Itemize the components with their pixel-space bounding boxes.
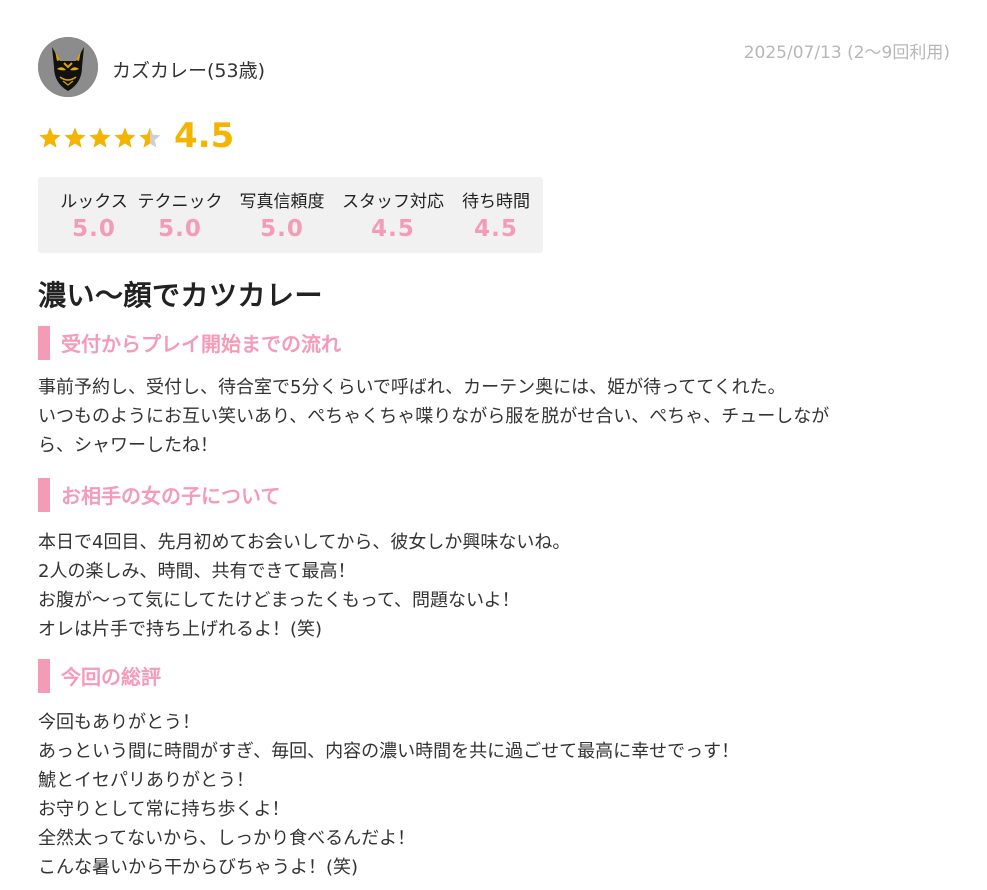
subscore-value: 5.0 [72,216,116,242]
subscore-value: 5.0 [260,216,304,242]
subscore-photo-reliability: 写真信頼度 5.0 [235,177,329,253]
subscore-value: 5.0 [158,216,202,242]
section-body-summary: 今回もありがとう！ あっという間に時間がすぎ、毎回、内容の濃い時間を共に過ごせて… [38,708,938,882]
section-heading-text: 今回の総評 [61,665,161,689]
subscore-looks: ルックス 5.0 [47,177,141,253]
section-accent-bar [38,326,50,360]
reviewer-avatar[interactable] [38,37,98,97]
review-date: 2025/07/13 (2〜9回利用) [743,43,950,63]
subscore-label: スタッフ対応 [342,192,444,212]
subscore-value: 4.5 [371,216,415,242]
star-rating [38,126,162,150]
body-line: あっという間に時間がすぎ、毎回、内容の濃い時間を共に過ごせて最高に幸せでっす！ [38,741,740,762]
section-heading-text: 受付からプレイ開始までの流れ [61,332,341,356]
star-full-icon [39,127,61,148]
body-line: 鯱とイセパリありがとう！ [38,770,254,791]
body-line: こんな暑いから干からびちゃうよ！(笑) [38,857,359,878]
overall-rating: 4.5 [38,114,234,158]
subscore-panel: ルックス 5.0 テクニック 5.0 写真信頼度 5.0 スタッフ対応 4.5 … [38,177,543,253]
body-line: お腹が〜って気にしてたけどまったくもって、問題ないよ！ [38,590,520,611]
star-half-icon [139,127,161,148]
subscore-label: ルックス [60,192,128,212]
review-header: カズカレー(53歳) 2025/07/13 (2〜9回利用) [38,36,950,98]
body-line: 事前予約し、受付し、待合室で5分くらいで呼ばれ、カーテン奥には、姫が待っててくれ… [38,377,786,398]
fox-mask-icon [38,37,98,97]
subscore-wait-time: 待ち時間 4.5 [456,177,536,253]
body-line: ら、シャワーしたね！ [38,435,218,456]
body-line: オレは片手で持ち上げれるよ！(笑) [38,619,323,640]
review-title: 濃い〜顔でカツカレー [38,279,324,312]
subscore-label: テクニック [137,192,223,212]
body-line: 今回もありがとう！ [38,712,200,733]
rating-score: 4.5 [174,116,235,156]
section-body-partner: 本日で4回目、先月初めてお会いしてから、彼女しか興味ないね。 2人の楽しみ、時間… [38,528,938,644]
subscore-value: 4.5 [474,216,518,242]
section-accent-bar [38,478,50,512]
body-line: お守りとして常に持ち歩くよ！ [38,799,290,820]
subscore-staff: スタッフ対応 4.5 [338,177,448,253]
body-line: 全然太ってないから、しっかり食べるんだよ！ [38,828,416,849]
section-body-flow: 事前予約し、受付し、待合室で5分くらいで呼ばれ、カーテン奥には、姫が待っててくれ… [38,373,938,460]
reviewer-name[interactable]: カズカレー(53歳) [112,56,265,83]
subscore-label: 写真信頼度 [239,192,325,212]
section-accent-bar [38,659,50,693]
star-full-icon [64,127,86,148]
subscore-label: 待ち時間 [462,192,530,212]
star-full-icon [89,127,111,148]
body-line: いつものようにお互い笑いあり、ぺちゃくちゃ喋りながら服を脱がせ合い、ぺちゃ、チュ… [38,406,830,427]
star-full-icon [114,127,136,148]
body-line: 2人の楽しみ、時間、共有できて最高！ [38,561,356,582]
subscore-technique: テクニック 5.0 [135,177,225,253]
section-heading-text: お相手の女の子について [61,484,281,508]
body-line: 本日で4回目、先月初めてお会いしてから、彼女しか興味ないね。 [38,532,571,553]
